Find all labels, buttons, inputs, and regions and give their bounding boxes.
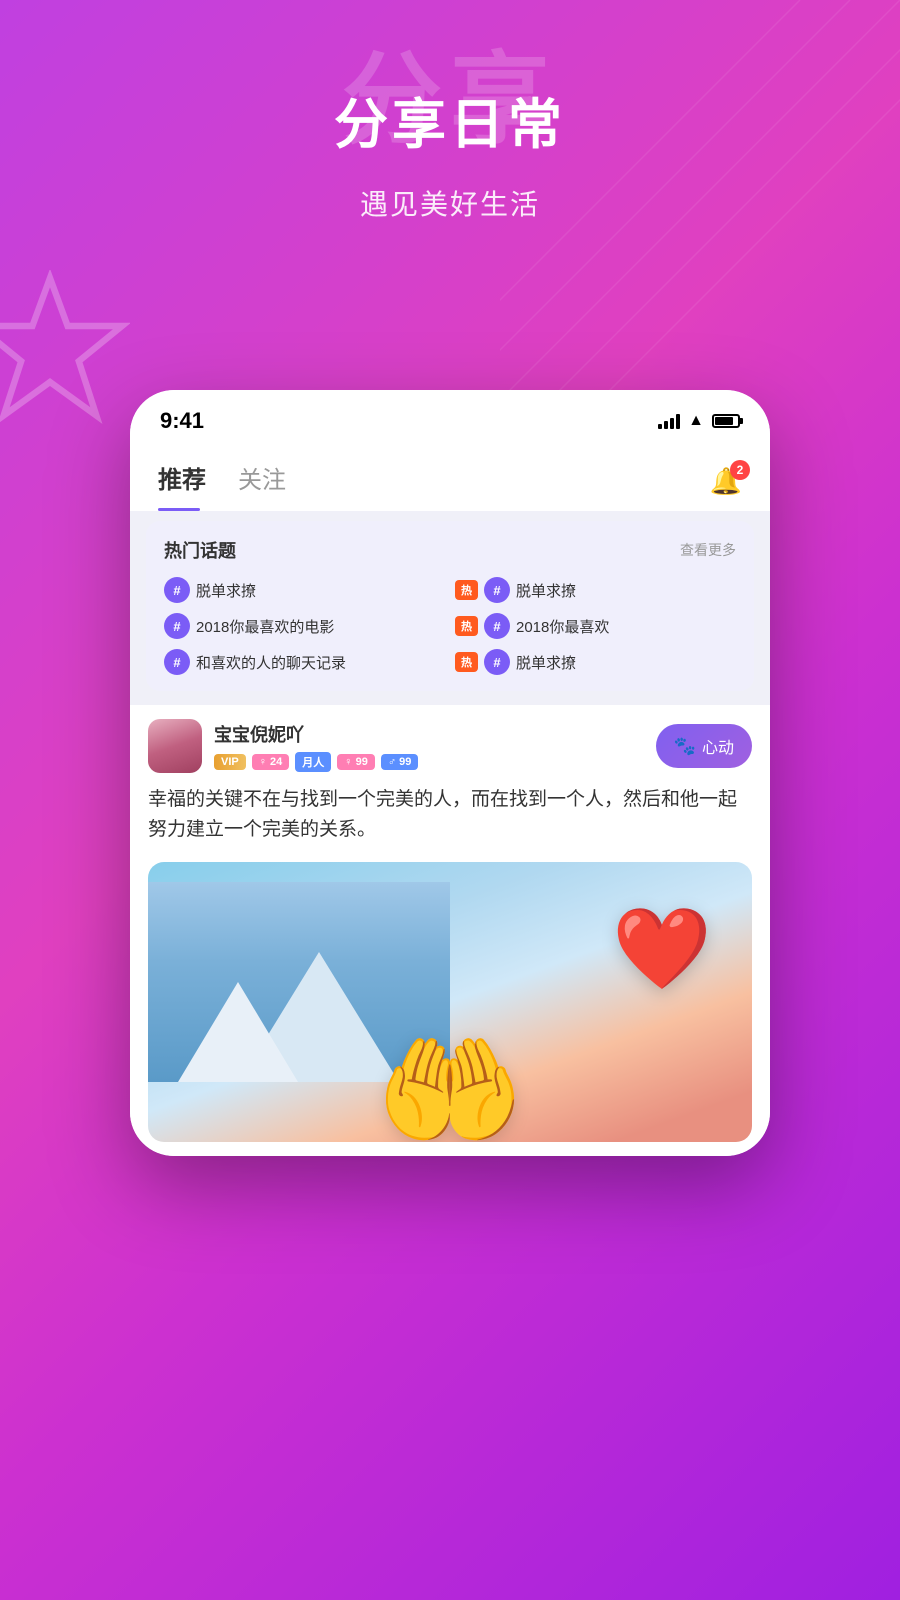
topic-item[interactable]: # 2018你最喜欢的电影 <box>164 613 445 639</box>
verified-badge: 月人 <box>295 752 331 772</box>
topic-item[interactable]: # 脱单求撩 <box>164 577 445 603</box>
avatar <box>148 719 202 773</box>
topic-text: 2018你最喜欢的电影 <box>196 616 445 637</box>
tab-active-indicator <box>158 508 200 511</box>
topic-item[interactable]: 热 # 脱单求撩 <box>455 577 736 603</box>
hashtag-icon: # <box>164 613 190 639</box>
m99-badge: ♂ 99 <box>381 754 419 770</box>
hot-badge: 热 <box>455 580 478 600</box>
hashtag-icon: # <box>164 649 190 675</box>
bg-star-decoration <box>0 270 130 430</box>
vip-badge: VIP <box>214 754 246 770</box>
phone-mockup: 9:41 ▲ 推荐 关注 🔔 2 热门话题 查看更多 <box>130 390 770 1156</box>
status-bar: 9:41 ▲ <box>130 390 770 444</box>
topic-item[interactable]: # 和喜欢的人的聊天记录 <box>164 649 445 675</box>
hand-emoji: 🤲 <box>375 1022 524 1142</box>
status-time: 9:41 <box>160 408 204 434</box>
hot-badge: 热 <box>455 652 478 672</box>
hot-topics-title: 热门话题 <box>164 537 236 563</box>
topic-text: 脱单求撩 <box>516 652 736 673</box>
username: 宝宝倪妮吖 <box>214 721 656 747</box>
topic-text: 脱单求撩 <box>516 580 736 601</box>
mountain-peak-small <box>178 982 298 1082</box>
status-icons: ▲ <box>658 412 740 430</box>
post-body-text: 幸福的关键不在与找到一个完美的人，而在找到一个人，然后和他一起努力建立一个完美的… <box>148 785 752 846</box>
female-badge: ♀ 24 <box>252 754 290 770</box>
hashtag-icon: # <box>484 577 510 603</box>
heart-emoji: ❤️ <box>612 902 712 996</box>
hot-badge: 热 <box>455 616 478 636</box>
heart-button[interactable]: 🐾 心动 <box>656 724 752 768</box>
topic-item[interactable]: 热 # 脱单求撩 <box>455 649 736 675</box>
battery-icon <box>712 414 740 428</box>
heart-btn-label: 心动 <box>702 734 734 758</box>
topic-text: 脱单求撩 <box>196 580 445 601</box>
wifi-icon: ▲ <box>688 412 704 430</box>
hot-topics-more-link[interactable]: 查看更多 <box>680 540 736 560</box>
post-header: 宝宝倪妮吖 VIP ♀ 24 月人 ♀ 99 ♂ 99 🐾 心动 <box>148 719 752 773</box>
hashtag-icon: # <box>164 577 190 603</box>
tab-recommended[interactable]: 推荐 <box>158 460 206 503</box>
heart-icon: 🐾 <box>674 736 696 757</box>
hero-subtitle: 遇见美好生活 <box>0 183 900 223</box>
topic-item[interactable]: 热 # 2018你最喜欢 <box>455 613 736 639</box>
post-image: ❤️ 🤲 <box>148 862 752 1142</box>
hashtag-icon: # <box>484 613 510 639</box>
topic-text: 和喜欢的人的聊天记录 <box>196 652 445 673</box>
post-card: 宝宝倪妮吖 VIP ♀ 24 月人 ♀ 99 ♂ 99 🐾 心动 幸福的关键不在… <box>130 705 770 1156</box>
f99-badge: ♀ 99 <box>337 754 375 770</box>
user-info: 宝宝倪妮吖 VIP ♀ 24 月人 ♀ 99 ♂ 99 <box>214 721 656 772</box>
hashtag-icon: # <box>484 649 510 675</box>
tab-bar: 推荐 关注 🔔 2 <box>130 444 770 511</box>
hero-main-title: 分享日常 <box>0 80 900 159</box>
tab-following[interactable]: 关注 <box>238 460 286 503</box>
hero-section: 分享 分享日常 遇见美好生活 <box>0 60 900 223</box>
signal-icon <box>658 413 680 429</box>
hot-topics-section: 热门话题 查看更多 # 脱单求撩 热 # 脱单求撩 # 2018你最喜欢的电影 … <box>146 521 754 691</box>
topic-text: 2018你最喜欢 <box>516 616 736 637</box>
notification-bell[interactable]: 🔔 2 <box>710 466 742 497</box>
topics-grid: # 脱单求撩 热 # 脱单求撩 # 2018你最喜欢的电影 热 # 2018你最… <box>164 577 736 675</box>
user-badges: VIP ♀ 24 月人 ♀ 99 ♂ 99 <box>214 752 656 772</box>
hot-topics-header: 热门话题 查看更多 <box>164 537 736 563</box>
notification-badge: 2 <box>730 460 750 480</box>
